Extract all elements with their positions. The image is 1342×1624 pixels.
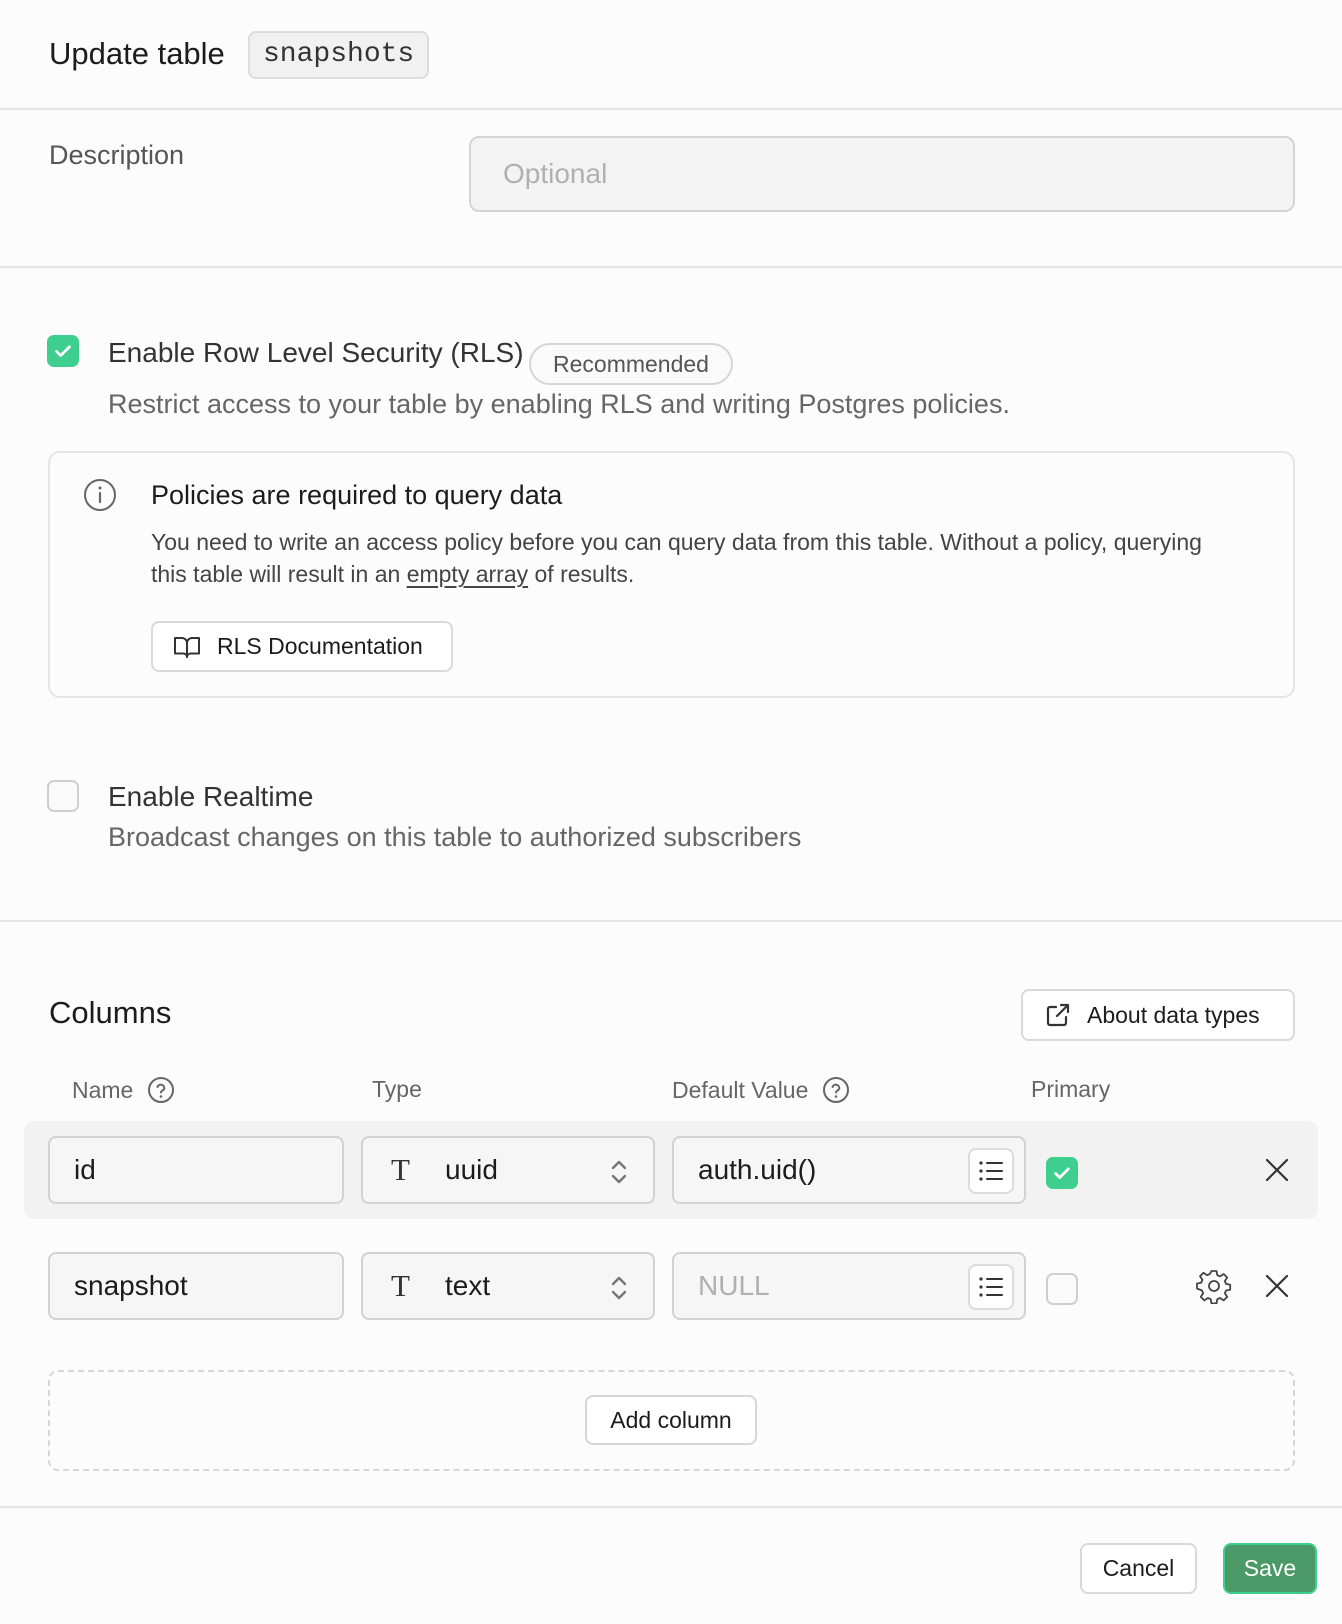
cancel-button[interactable]: Cancel [1080,1543,1197,1594]
divider [0,266,1342,268]
column-type-select[interactable]: T text [361,1252,655,1320]
column-default-input[interactable]: auth.uid() [672,1136,1026,1204]
column-header-label: Name [72,1076,134,1103]
callout-text: of results. [528,561,635,587]
help-circle-icon[interactable] [147,1076,175,1104]
column-header-type: Type [372,1076,422,1103]
realtime-title: Enable Realtime [108,781,314,812]
column-header-name: Name [72,1076,175,1104]
column-header-primary: Primary [1031,1076,1110,1103]
column-header-label: Primary [1031,1076,1111,1102]
about-data-types-label: About data types [1087,1001,1260,1028]
text-type-icon: T [391,1152,410,1187]
callout-title: Policies are required to query data [151,480,563,510]
save-button[interactable]: Save [1223,1543,1317,1594]
column-type-value: text [445,1270,491,1301]
close-icon[interactable] [1264,1273,1290,1299]
column-header-default: Default Value [672,1076,850,1104]
rls-title: Enable Row Level Security (RLS) [108,337,524,368]
text-type-icon: T [391,1268,410,1303]
callout-body: You need to write an access policy befor… [151,526,1231,590]
book-open-icon [174,636,200,658]
column-type-value: uuid [445,1154,498,1185]
rls-subtitle: Restrict access to your table by enablin… [108,389,1010,419]
check-icon [55,345,71,357]
rls-checkbox[interactable] [47,335,79,367]
recommended-badge: Recommended [529,343,733,385]
page-title: Update table [49,36,225,71]
primary-key-checkbox[interactable] [1046,1273,1078,1305]
column-header-label: Type [372,1076,422,1102]
rls-documentation-label: RLS Documentation [217,633,423,659]
column-default-value: auth.uid() [698,1154,817,1185]
table-name-tag: snapshots [248,31,430,79]
column-name-input[interactable]: id [48,1136,344,1204]
gear-icon[interactable] [1196,1268,1232,1304]
empty-array-link[interactable]: empty array [407,561,528,587]
info-icon [84,479,116,511]
about-data-types-button[interactable]: About data types [1021,989,1295,1041]
realtime-subtitle: Broadcast changes on this table to autho… [108,822,802,852]
add-column-button[interactable]: Add column [585,1395,757,1445]
chevron-up-down-icon [611,1276,627,1300]
realtime-checkbox[interactable] [47,780,79,812]
description-label: Description [49,140,185,170]
list-icon [979,1277,1003,1297]
default-value-suggestions-button[interactable] [968,1148,1014,1194]
divider [0,1506,1342,1508]
callout-text: You need to write an access policy befor… [151,529,1202,587]
column-header-label: Default Value [672,1076,809,1103]
primary-key-checkbox[interactable] [1046,1157,1078,1189]
help-circle-icon[interactable] [822,1076,850,1104]
rls-documentation-button[interactable]: RLS Documentation [151,621,453,672]
default-value-suggestions-button[interactable] [968,1264,1014,1310]
divider [0,108,1342,110]
column-default-input[interactable]: NULL [672,1252,1026,1320]
chevron-up-down-icon [611,1160,627,1184]
column-type-select[interactable]: T uuid [361,1136,655,1204]
check-icon [1054,1167,1070,1179]
external-link-icon [1046,1003,1070,1027]
divider [0,920,1342,922]
description-input[interactable] [469,136,1295,212]
column-default-placeholder: NULL [698,1270,770,1301]
list-icon [979,1161,1003,1181]
columns-title: Columns [49,995,172,1030]
column-name-input[interactable]: snapshot [48,1252,344,1320]
close-icon[interactable] [1264,1157,1290,1183]
